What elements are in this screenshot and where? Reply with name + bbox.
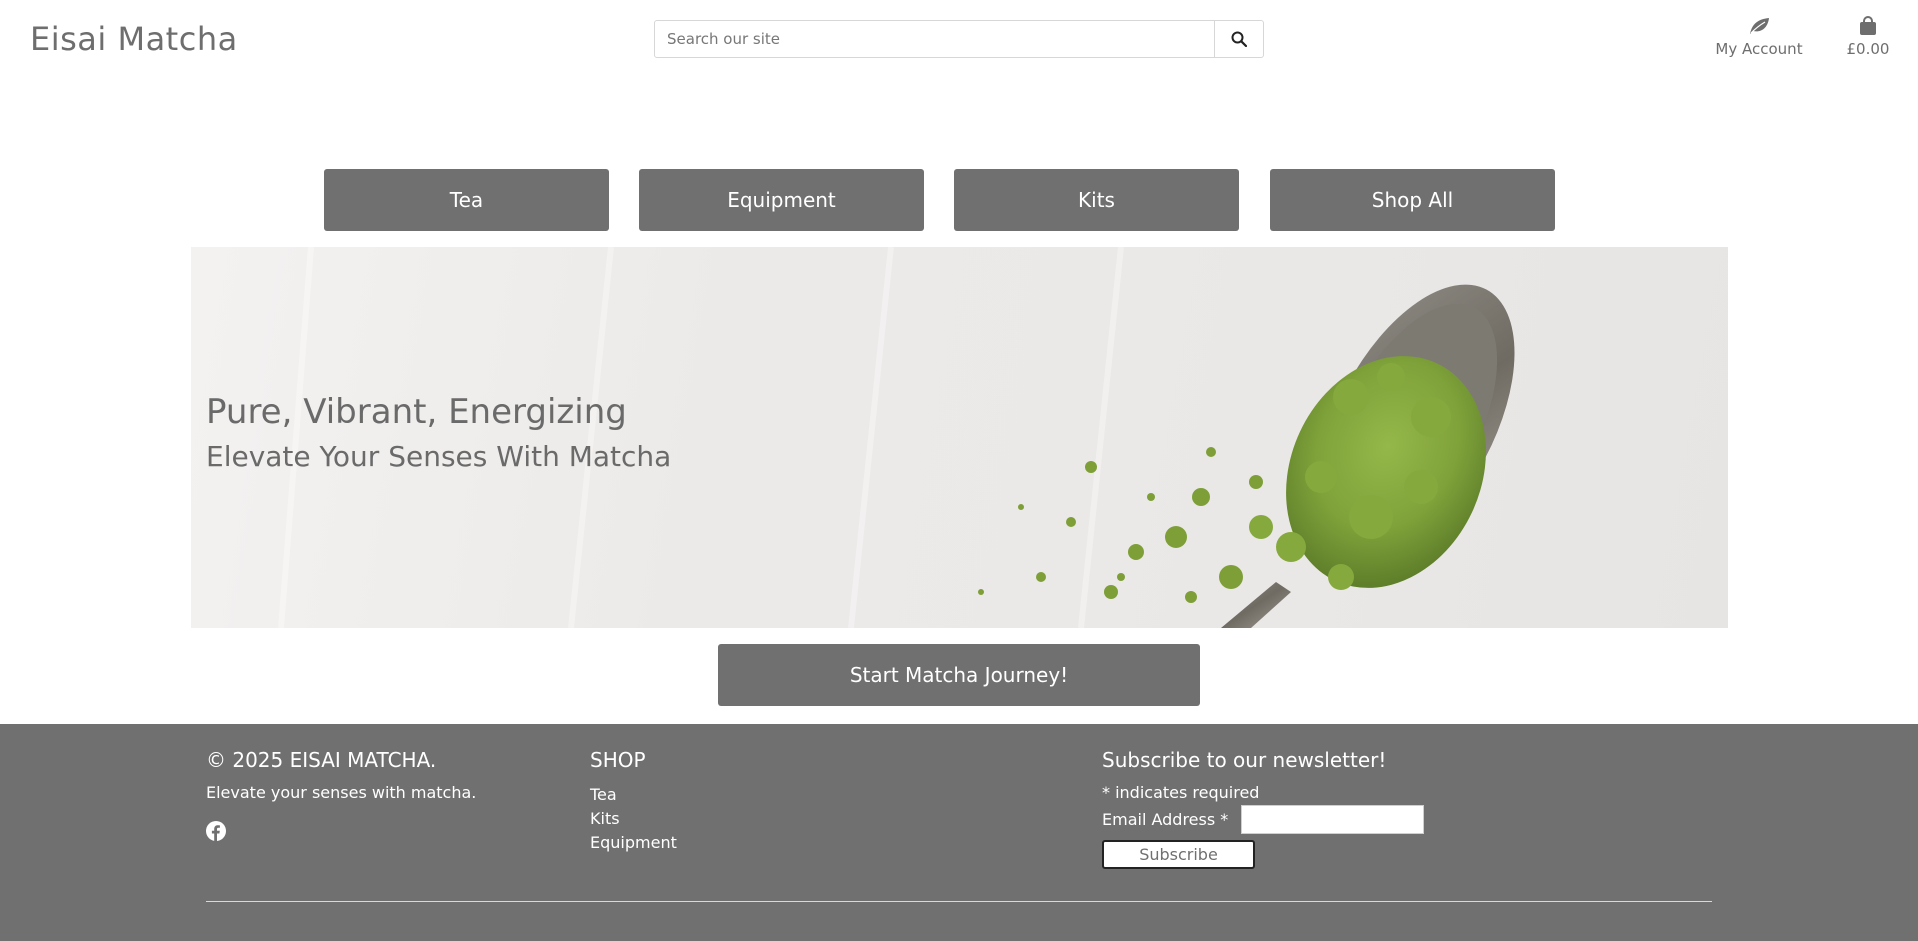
search-input[interactable] bbox=[655, 21, 1214, 57]
cart-link[interactable]: £0.00 bbox=[1842, 16, 1894, 58]
hero-title: Pure, Vibrant, Energizing bbox=[206, 392, 627, 432]
email-field[interactable] bbox=[1241, 805, 1424, 834]
leaf-icon bbox=[1750, 18, 1769, 34]
newsletter-heading: Subscribe to our newsletter! bbox=[1102, 748, 1387, 772]
search-bar bbox=[654, 20, 1264, 58]
subscribe-button[interactable]: Subscribe bbox=[1102, 840, 1255, 869]
footer-divider bbox=[206, 901, 1712, 902]
category-button-kits[interactable]: Kits bbox=[954, 169, 1239, 231]
matcha-spoon-image bbox=[278, 247, 1515, 628]
site-footer: © 2025 EISAI MATCHA. Elevate your senses… bbox=[0, 724, 1918, 941]
search-icon bbox=[1231, 31, 1247, 47]
footer-shop-heading: SHOP bbox=[590, 748, 646, 772]
footer-link-kits[interactable]: Kits bbox=[590, 807, 677, 831]
cart-total: £0.00 bbox=[1846, 40, 1890, 58]
hero-subtitle: Elevate Your Senses With Matcha bbox=[206, 440, 672, 473]
category-button-shop-all[interactable]: Shop All bbox=[1270, 169, 1555, 231]
facebook-link[interactable] bbox=[206, 821, 226, 845]
category-button-tea[interactable]: Tea bbox=[324, 169, 609, 231]
email-label: Email Address * bbox=[1102, 810, 1229, 829]
search-button[interactable] bbox=[1214, 21, 1263, 57]
footer-link-equipment[interactable]: Equipment bbox=[590, 831, 677, 855]
footer-tagline: Elevate your senses with matcha. bbox=[206, 783, 477, 802]
facebook-icon bbox=[206, 821, 226, 841]
shopping-bag-icon bbox=[1860, 16, 1876, 35]
category-button-equipment[interactable]: Equipment bbox=[639, 169, 924, 231]
footer-link-tea[interactable]: Tea bbox=[590, 783, 677, 807]
site-logo[interactable]: Eisai Matcha bbox=[30, 20, 238, 58]
footer-copyright: © 2025 EISAI MATCHA. bbox=[206, 748, 437, 772]
footer-shop-links: Tea Kits Equipment bbox=[590, 783, 677, 855]
required-note: * indicates required bbox=[1102, 783, 1260, 802]
start-journey-button[interactable]: Start Matcha Journey! bbox=[718, 644, 1200, 706]
my-account-link[interactable]: My Account bbox=[1712, 16, 1806, 58]
hero-banner: Pure, Vibrant, Energizing Elevate Your S… bbox=[191, 247, 1728, 628]
my-account-label: My Account bbox=[1715, 40, 1803, 58]
